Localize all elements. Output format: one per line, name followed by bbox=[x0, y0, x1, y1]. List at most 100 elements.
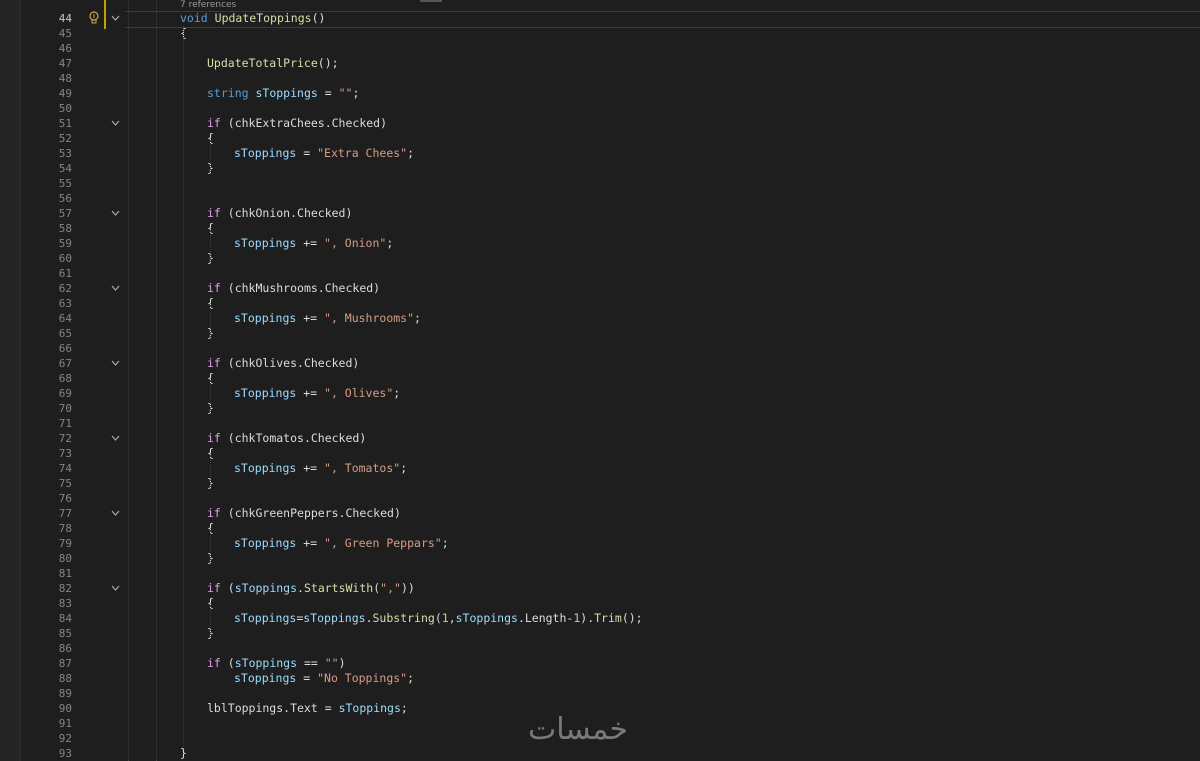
code-token: "No Toppings" bbox=[317, 671, 408, 685]
code-token: sToppings bbox=[255, 86, 318, 100]
code-token: ; bbox=[407, 671, 415, 685]
line-number: 62 bbox=[58, 282, 72, 295]
code-line[interactable]: sToppings += ", Mushrooms"; bbox=[234, 311, 421, 326]
fold-chevron-icon[interactable] bbox=[110, 116, 120, 131]
code-token: StartsWith bbox=[303, 581, 374, 595]
code-token: if bbox=[207, 581, 221, 595]
line-number: 86 bbox=[58, 642, 72, 655]
code-token: ", Mushrooms" bbox=[324, 311, 415, 325]
fold-chevron-icon[interactable] bbox=[110, 581, 120, 596]
code-token: , bbox=[448, 611, 456, 625]
line-number: 84 bbox=[58, 612, 72, 625]
code-line[interactable]: if (chkTomatos.Checked) bbox=[207, 431, 366, 446]
code-token: ; bbox=[400, 461, 408, 475]
lightbulb-icon[interactable] bbox=[88, 11, 100, 25]
code-editor[interactable]: 7 references void UpdateToppings(){Updat… bbox=[125, 0, 1200, 761]
code-token: void bbox=[180, 11, 208, 25]
code-token: ; bbox=[441, 536, 449, 550]
code-token: ) bbox=[338, 656, 346, 670]
code-token: "Extra Chees" bbox=[317, 146, 408, 160]
code-token: ", Green Peppars" bbox=[324, 536, 442, 550]
code-token: sToppings bbox=[303, 611, 366, 625]
code-line[interactable]: sToppings += ", Olives"; bbox=[234, 386, 400, 401]
code-token: (chkExtraChees.Checked) bbox=[220, 116, 388, 130]
code-line[interactable]: if (chkGreenPeppers.Checked) bbox=[207, 506, 401, 521]
code-token: UpdateToppings bbox=[214, 11, 312, 25]
code-line[interactable]: if (sToppings.StartsWith(",")) bbox=[207, 581, 415, 596]
code-line[interactable]: UpdateTotalPrice(); bbox=[207, 56, 339, 71]
line-number: 57 bbox=[58, 207, 72, 220]
code-token: if bbox=[207, 431, 221, 445]
indent-guide bbox=[210, 140, 211, 172]
changed-lines-indicator bbox=[104, 0, 106, 29]
code-token: (); bbox=[621, 611, 643, 625]
code-token: 1 bbox=[441, 611, 449, 625]
indent-guide bbox=[210, 230, 211, 262]
code-line[interactable]: sToppings += ", Green Peppars"; bbox=[234, 536, 449, 551]
code-token: ", Tomatos" bbox=[324, 461, 401, 475]
code-token: if bbox=[207, 656, 221, 670]
indent-guide bbox=[210, 455, 211, 487]
line-number: 93 bbox=[58, 747, 72, 760]
code-token: ( bbox=[220, 581, 235, 595]
line-number: 45 bbox=[58, 27, 72, 40]
code-token: if bbox=[207, 116, 221, 130]
code-token: (chkTomatos.Checked) bbox=[220, 431, 367, 445]
code-line[interactable]: lblToppings.Text = sToppings; bbox=[207, 701, 408, 716]
code-token: ", Olives" bbox=[324, 386, 394, 400]
code-line[interactable]: } bbox=[180, 746, 187, 761]
indent-guide bbox=[183, 26, 184, 746]
code-token: if bbox=[207, 281, 221, 295]
code-token: if bbox=[207, 206, 221, 220]
code-line[interactable]: void UpdateToppings() bbox=[180, 11, 325, 26]
code-token: ( bbox=[434, 611, 442, 625]
fold-chevron-icon[interactable] bbox=[110, 206, 120, 221]
indent-guide bbox=[156, 0, 157, 761]
code-token: sToppings bbox=[234, 656, 298, 670]
code-line[interactable]: if (chkExtraChees.Checked) bbox=[207, 116, 387, 131]
indent-guide bbox=[210, 380, 211, 412]
code-line[interactable]: sToppings = "No Toppings"; bbox=[234, 671, 414, 686]
code-line[interactable]: sToppings=sToppings.Substring(1,sTopping… bbox=[234, 611, 643, 626]
code-token: lblToppings.Text = bbox=[207, 701, 339, 715]
code-token: sToppings bbox=[234, 671, 297, 685]
code-line[interactable]: sToppings = "Extra Chees"; bbox=[234, 146, 414, 161]
code-token: ", Onion" bbox=[324, 236, 387, 250]
code-line[interactable]: sToppings += ", Tomatos"; bbox=[234, 461, 407, 476]
code-token: ; bbox=[352, 86, 360, 100]
line-number: 82 bbox=[58, 582, 72, 595]
codelens-references[interactable]: 7 references bbox=[180, 0, 236, 11]
code-line[interactable]: if (sToppings == "") bbox=[207, 656, 346, 671]
line-number: 79 bbox=[58, 537, 72, 550]
code-token: if bbox=[207, 506, 221, 520]
line-number: 49 bbox=[58, 87, 72, 100]
indent-guide bbox=[210, 305, 211, 337]
fold-chevron-icon[interactable] bbox=[110, 281, 120, 296]
code-line[interactable]: if (chkOlives.Checked) bbox=[207, 356, 359, 371]
line-number: 66 bbox=[58, 342, 72, 355]
code-token: UpdateTotalPrice bbox=[207, 56, 318, 70]
code-token: (chkOnion.Checked) bbox=[220, 206, 353, 220]
code-line[interactable]: if (chkOnion.Checked) bbox=[207, 206, 352, 221]
code-token: (chkOlives.Checked) bbox=[220, 356, 360, 370]
code-token: ). bbox=[580, 611, 595, 625]
code-token: ; bbox=[400, 701, 408, 715]
fold-chevron-icon[interactable] bbox=[110, 506, 120, 521]
code-line[interactable]: string sToppings = ""; bbox=[207, 86, 359, 101]
line-number: 75 bbox=[58, 477, 72, 490]
line-number: 55 bbox=[58, 177, 72, 190]
fold-chevron-icon[interactable] bbox=[110, 11, 120, 26]
code-token: += bbox=[296, 311, 325, 325]
line-number: 50 bbox=[58, 102, 72, 115]
code-token: += bbox=[296, 236, 325, 250]
indent-guide bbox=[210, 530, 211, 562]
line-number: 51 bbox=[58, 117, 72, 130]
code-token: += bbox=[296, 536, 325, 550]
code-line[interactable]: if (chkMushrooms.Checked) bbox=[207, 281, 380, 296]
code-token: . bbox=[297, 581, 304, 595]
code-line[interactable]: sToppings += ", Onion"; bbox=[234, 236, 393, 251]
fold-chevron-icon[interactable] bbox=[110, 356, 120, 371]
fold-chevron-icon[interactable] bbox=[110, 431, 120, 446]
line-number: 80 bbox=[58, 552, 72, 565]
